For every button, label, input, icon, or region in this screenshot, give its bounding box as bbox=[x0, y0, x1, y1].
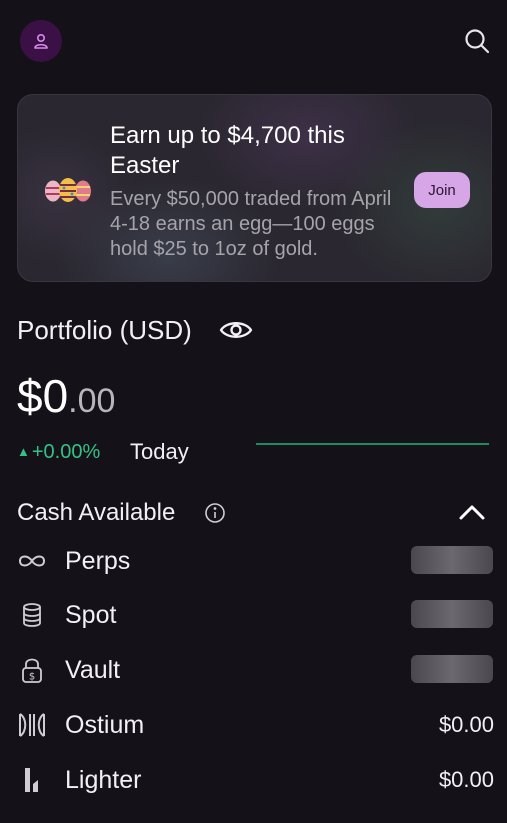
search-button[interactable] bbox=[462, 26, 492, 56]
easter-eggs-image bbox=[45, 178, 91, 202]
cash-available-label: Cash Available bbox=[17, 499, 176, 526]
balance-major: $0 bbox=[17, 370, 69, 422]
up-triangle-icon: ▲ bbox=[17, 444, 30, 459]
period-label: Today bbox=[130, 439, 189, 464]
ostium-icon bbox=[17, 710, 47, 740]
cash-row-spot-label: Spot bbox=[65, 601, 117, 629]
lighter-icon bbox=[17, 765, 47, 795]
portfolio-change: ▲ +0.00% bbox=[17, 438, 100, 466]
cash-row-lighter-value: $0.00 bbox=[438, 767, 494, 792]
portfolio-balance: $0.00 bbox=[17, 370, 115, 434]
user-icon bbox=[34, 33, 48, 49]
cash-row-lighter-label: Lighter bbox=[65, 766, 142, 794]
promo-title: Earn up to $4,700 this Easter bbox=[110, 122, 345, 179]
profile-avatar-button[interactable] bbox=[20, 20, 62, 62]
infinity-icon bbox=[17, 546, 47, 576]
lock-dollar-icon: $ bbox=[17, 655, 47, 685]
cash-row-ostium-label: Ostium bbox=[65, 711, 145, 739]
promo-banner[interactable]: Earn up to $4,700 this Easter Every $50,… bbox=[17, 94, 492, 282]
masked-value bbox=[411, 600, 493, 628]
change-percent: +0.00% bbox=[31, 441, 101, 463]
cash-row-vault-label: Vault bbox=[65, 656, 121, 684]
join-button[interactable]: Join bbox=[414, 172, 470, 208]
portfolio-label: Portfolio (USD) bbox=[17, 315, 192, 345]
search-icon bbox=[465, 29, 490, 54]
masked-value bbox=[411, 546, 493, 574]
eye-icon[interactable] bbox=[218, 316, 254, 344]
svg-text:$: $ bbox=[29, 672, 35, 683]
chevron-up-icon[interactable] bbox=[458, 502, 486, 522]
database-icon bbox=[17, 600, 47, 630]
cash-row-perps-label: Perps bbox=[65, 547, 131, 575]
cash-row-ostium-value: $0.00 bbox=[438, 712, 494, 737]
portfolio-sparkline bbox=[256, 443, 489, 445]
masked-value bbox=[411, 655, 493, 683]
info-icon[interactable] bbox=[204, 502, 226, 524]
balance-minor: .00 bbox=[68, 382, 116, 420]
promo-description: Every $50,000 traded from April 4-18 ear… bbox=[110, 188, 392, 260]
